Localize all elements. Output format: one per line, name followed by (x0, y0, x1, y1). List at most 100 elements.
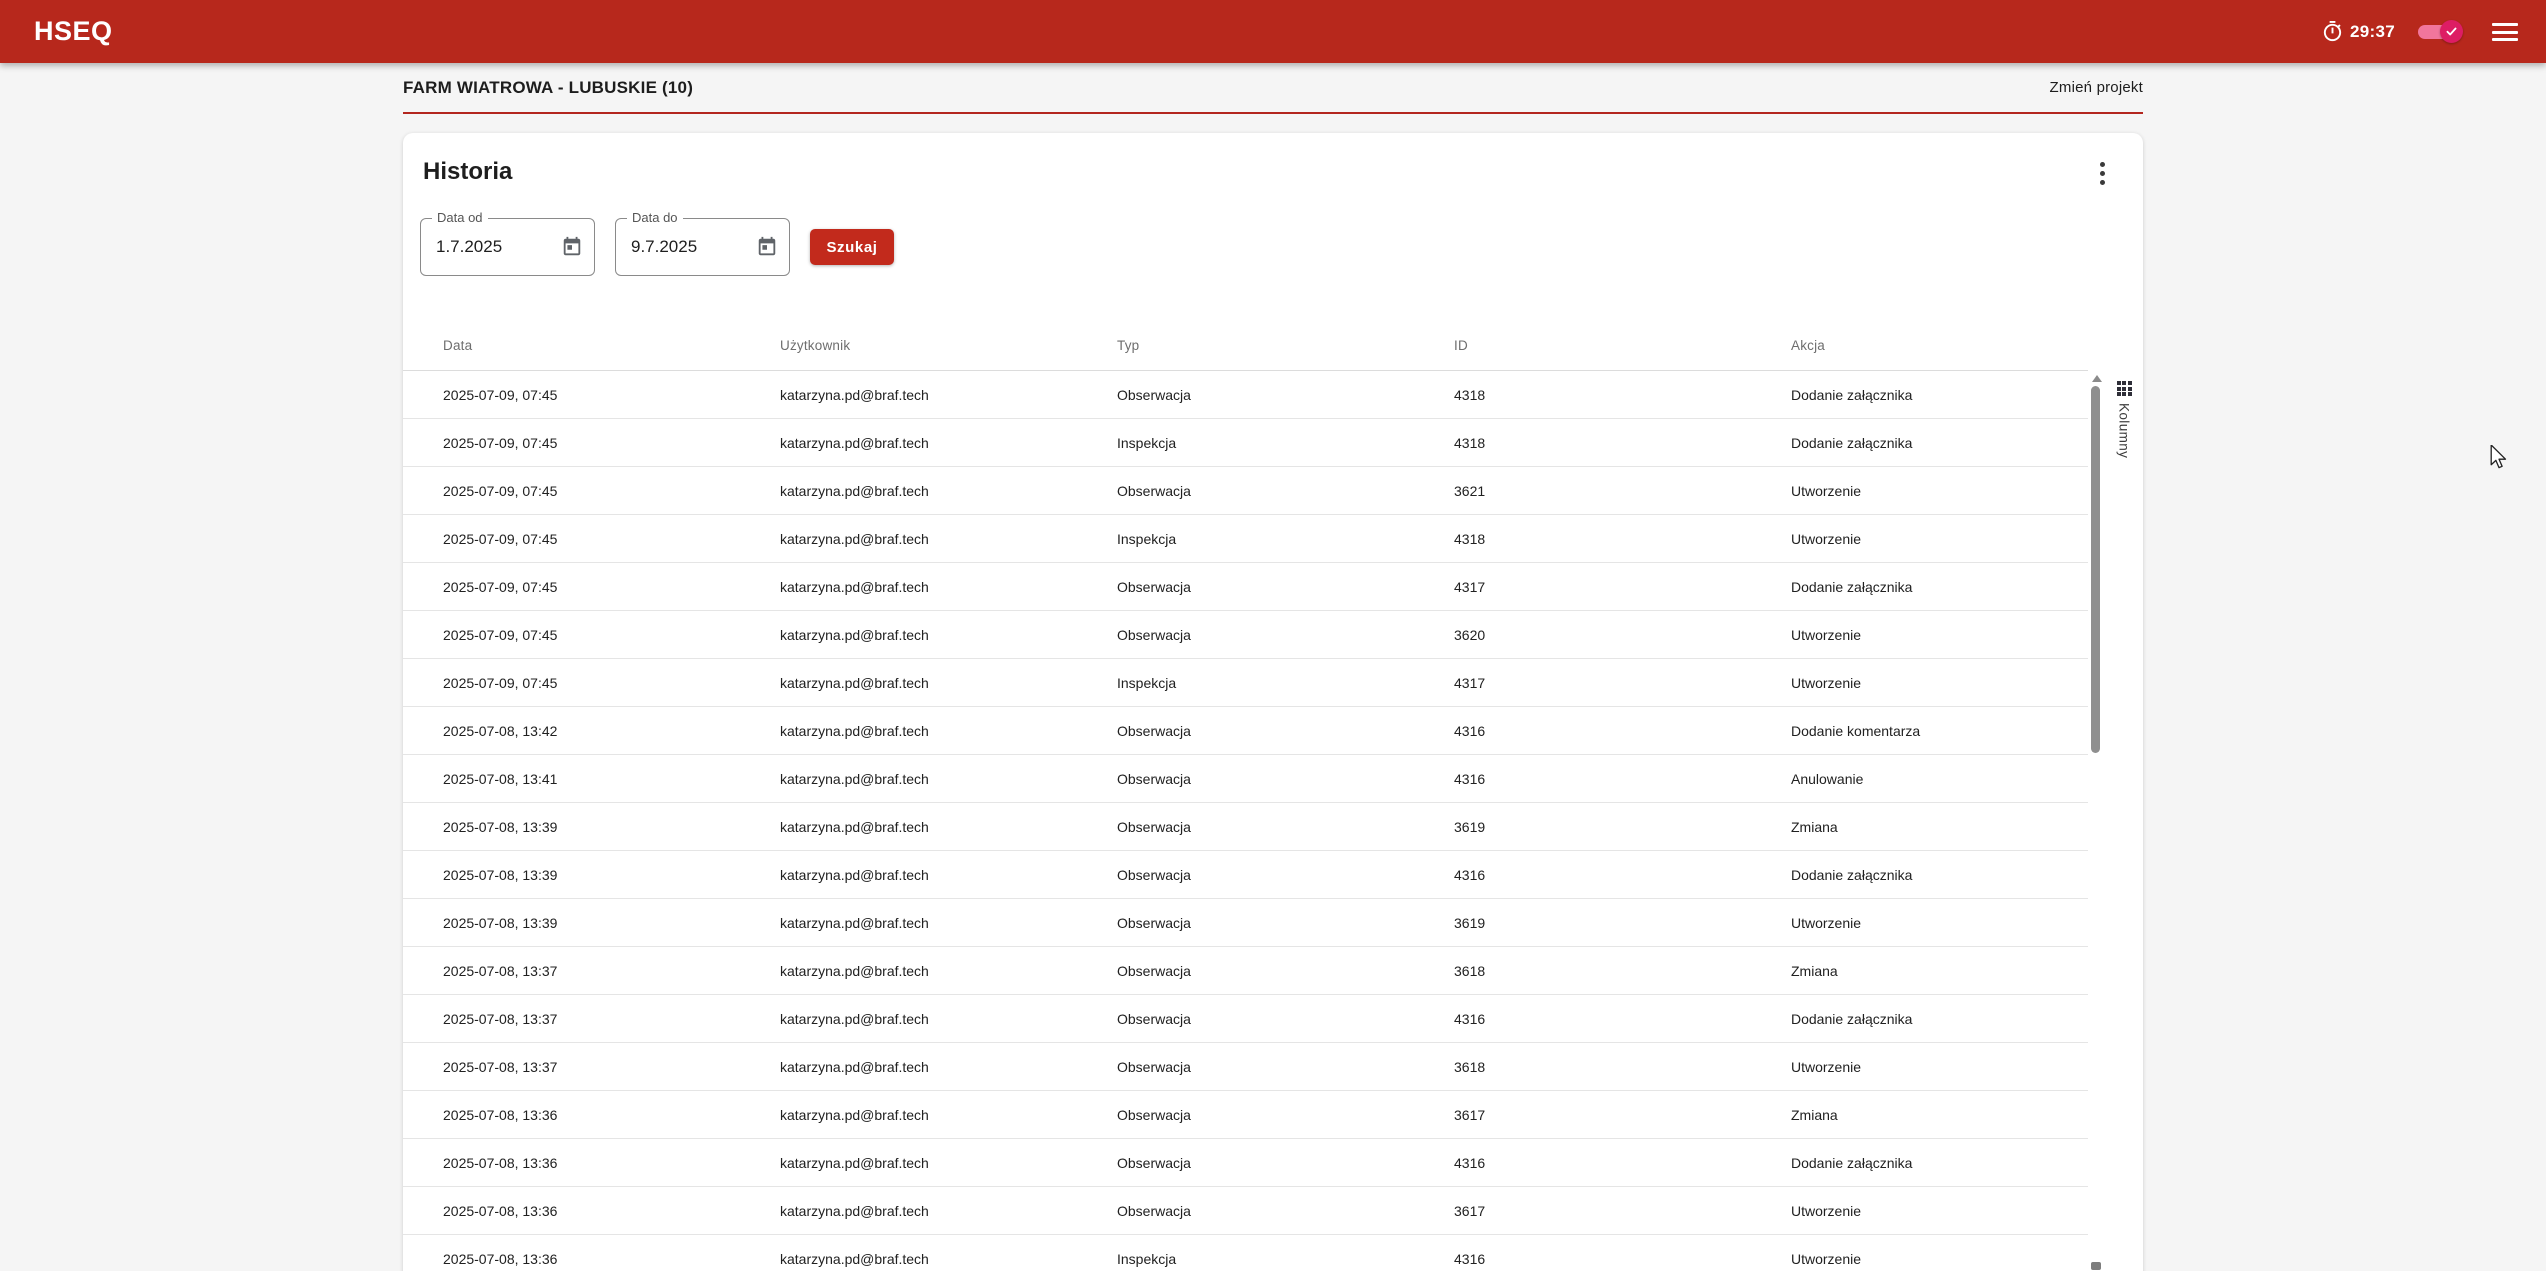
table-cell: Anulowanie (1751, 755, 2088, 802)
table-cell: katarzyna.pd@braf.tech (740, 371, 1077, 418)
table-row[interactable]: 2025-07-09, 07:45katarzyna.pd@braf.techO… (403, 563, 2088, 611)
date-to-value[interactable]: 9.7.2025 (631, 219, 697, 275)
table-cell: katarzyna.pd@braf.tech (740, 707, 1077, 754)
table-cell: 2025-07-08, 13:39 (403, 851, 740, 898)
table-cell: 2025-07-09, 07:45 (403, 659, 740, 706)
app-logo: HSEQ (34, 0, 113, 63)
table-cell: 2025-07-08, 13:42 (403, 707, 740, 754)
table-row[interactable]: 2025-07-08, 13:42katarzyna.pd@braf.techO… (403, 707, 2088, 755)
table-row[interactable]: 2025-07-08, 13:37katarzyna.pd@braf.techO… (403, 995, 2088, 1043)
table-cell: Dodanie załącznika (1751, 563, 2088, 610)
status-toggle[interactable] (2418, 24, 2460, 40)
table-cell: 2025-07-08, 13:36 (403, 1091, 740, 1138)
table-scrollbar[interactable] (2089, 371, 2103, 1271)
table-row[interactable]: 2025-07-08, 13:41katarzyna.pd@braf.techO… (403, 755, 2088, 803)
table-row[interactable]: 2025-07-09, 07:45katarzyna.pd@braf.techO… (403, 611, 2088, 659)
table-cell: 3620 (1414, 611, 1751, 658)
table-row[interactable]: 2025-07-08, 13:36katarzyna.pd@braf.techO… (403, 1187, 2088, 1235)
table-row[interactable]: 2025-07-09, 07:45katarzyna.pd@braf.techI… (403, 659, 2088, 707)
table-cell: 2025-07-08, 13:37 (403, 1043, 740, 1090)
table-cell: Inspekcja (1077, 515, 1414, 562)
table-row[interactable]: 2025-07-08, 13:37katarzyna.pd@braf.techO… (403, 947, 2088, 995)
table-cell: 2025-07-08, 13:36 (403, 1187, 740, 1234)
table-cell: 2025-07-09, 07:45 (403, 515, 740, 562)
scrollbar-bottom-nub[interactable] (2091, 1262, 2101, 1270)
table-cell: 2025-07-09, 07:45 (403, 371, 740, 418)
change-project-button[interactable]: Zmień projekt (2050, 79, 2143, 96)
column-header-data[interactable]: Data (403, 320, 740, 370)
column-header-typ[interactable]: Typ (1077, 320, 1414, 370)
table-row[interactable]: 2025-07-08, 13:39katarzyna.pd@braf.techO… (403, 851, 2088, 899)
history-table-body: 2025-07-09, 07:45katarzyna.pd@braf.techO… (403, 371, 2088, 1271)
table-cell: 2025-07-08, 13:39 (403, 899, 740, 946)
table-row[interactable]: 2025-07-09, 07:45katarzyna.pd@braf.techO… (403, 467, 2088, 515)
table-row[interactable]: 2025-07-08, 13:37katarzyna.pd@braf.techO… (403, 1043, 2088, 1091)
table-cell: 2025-07-08, 13:39 (403, 803, 740, 850)
table-cell: 4316 (1414, 707, 1751, 754)
table-cell: 2025-07-08, 13:37 (403, 995, 740, 1042)
scrollbar-thumb[interactable] (2091, 386, 2100, 753)
triangle-up-icon[interactable] (2092, 375, 2102, 382)
table-cell: Inspekcja (1077, 419, 1414, 466)
table-row[interactable]: 2025-07-09, 07:45katarzyna.pd@braf.techI… (403, 419, 2088, 467)
table-cell: 3617 (1414, 1187, 1751, 1234)
table-cell: katarzyna.pd@braf.tech (740, 1091, 1077, 1138)
table-cell: Obserwacja (1077, 947, 1414, 994)
table-row[interactable]: 2025-07-09, 07:45katarzyna.pd@braf.techI… (403, 515, 2088, 563)
table-cell: 4317 (1414, 659, 1751, 706)
table-cell: Utworzenie (1751, 611, 2088, 658)
table-cell: Dodanie załącznika (1751, 1139, 2088, 1186)
column-header-uzytkownik[interactable]: Użytkownik (740, 320, 1077, 370)
table-cell: 4316 (1414, 995, 1751, 1042)
table-cell: katarzyna.pd@braf.tech (740, 995, 1077, 1042)
date-from-value[interactable]: 1.7.2025 (436, 219, 502, 275)
calendar-icon[interactable] (561, 236, 583, 258)
table-cell: Obserwacja (1077, 1139, 1414, 1186)
table-cell: katarzyna.pd@braf.tech (740, 1235, 1077, 1271)
table-cell: Obserwacja (1077, 1187, 1414, 1234)
table-cell: 3621 (1414, 467, 1751, 514)
hamburger-icon[interactable] (2492, 23, 2518, 41)
table-cell: 4316 (1414, 1139, 1751, 1186)
app-bar: HSEQ 29:37 (0, 0, 2546, 63)
table-cell: katarzyna.pd@braf.tech (740, 563, 1077, 610)
table-cell: 2025-07-09, 07:45 (403, 467, 740, 514)
table-cell: Obserwacja (1077, 899, 1414, 946)
search-button[interactable]: Szukaj (810, 229, 894, 265)
table-cell: katarzyna.pd@braf.tech (740, 659, 1077, 706)
calendar-icon[interactable] (756, 236, 778, 258)
table-row[interactable]: 2025-07-09, 07:45katarzyna.pd@braf.techO… (403, 371, 2088, 419)
date-to-field[interactable]: Data do 9.7.2025 (615, 218, 790, 276)
table-cell: Obserwacja (1077, 611, 1414, 658)
table-cell: Dodanie załącznika (1751, 995, 2088, 1042)
table-cell: Inspekcja (1077, 1235, 1414, 1271)
table-row[interactable]: 2025-07-08, 13:36katarzyna.pd@braf.techO… (403, 1139, 2088, 1187)
table-cell: Obserwacja (1077, 371, 1414, 418)
table-cell: 4316 (1414, 851, 1751, 898)
table-cell: 3618 (1414, 947, 1751, 994)
stopwatch-icon (2321, 20, 2344, 43)
table-row[interactable]: 2025-07-08, 13:39katarzyna.pd@braf.techO… (403, 803, 2088, 851)
table-cell: Inspekcja (1077, 659, 1414, 706)
table-row[interactable]: 2025-07-08, 13:36katarzyna.pd@braf.techO… (403, 1091, 2088, 1139)
table-cell: Dodanie załącznika (1751, 371, 2088, 418)
table-cell: Utworzenie (1751, 467, 2088, 514)
date-from-field[interactable]: Data od 1.7.2025 (420, 218, 595, 276)
mouse-cursor (2487, 445, 2511, 471)
column-header-id[interactable]: ID (1414, 320, 1751, 370)
table-row[interactable]: 2025-07-08, 13:36katarzyna.pd@braf.techI… (403, 1235, 2088, 1271)
table-cell: 3619 (1414, 899, 1751, 946)
page-root: HSEQ 29:37 FARM WIATROWA - LUBUSKIE (10)… (0, 0, 2546, 1271)
table-cell: katarzyna.pd@braf.tech (740, 1043, 1077, 1090)
table-cell: katarzyna.pd@braf.tech (740, 899, 1077, 946)
column-header-akcja[interactable]: Akcja (1751, 320, 2088, 370)
table-cell: 2025-07-08, 13:41 (403, 755, 740, 802)
kebab-menu-icon[interactable] (2081, 152, 2123, 194)
table-cell: Utworzenie (1751, 1235, 2088, 1271)
columns-panel-toggle[interactable]: Kolumny (2105, 373, 2143, 483)
table-cell: 2025-07-09, 07:45 (403, 611, 740, 658)
table-cell: katarzyna.pd@braf.tech (740, 611, 1077, 658)
table-row[interactable]: 2025-07-08, 13:39katarzyna.pd@braf.techO… (403, 899, 2088, 947)
table-cell: Obserwacja (1077, 707, 1414, 754)
table-cell: katarzyna.pd@braf.tech (740, 1139, 1077, 1186)
